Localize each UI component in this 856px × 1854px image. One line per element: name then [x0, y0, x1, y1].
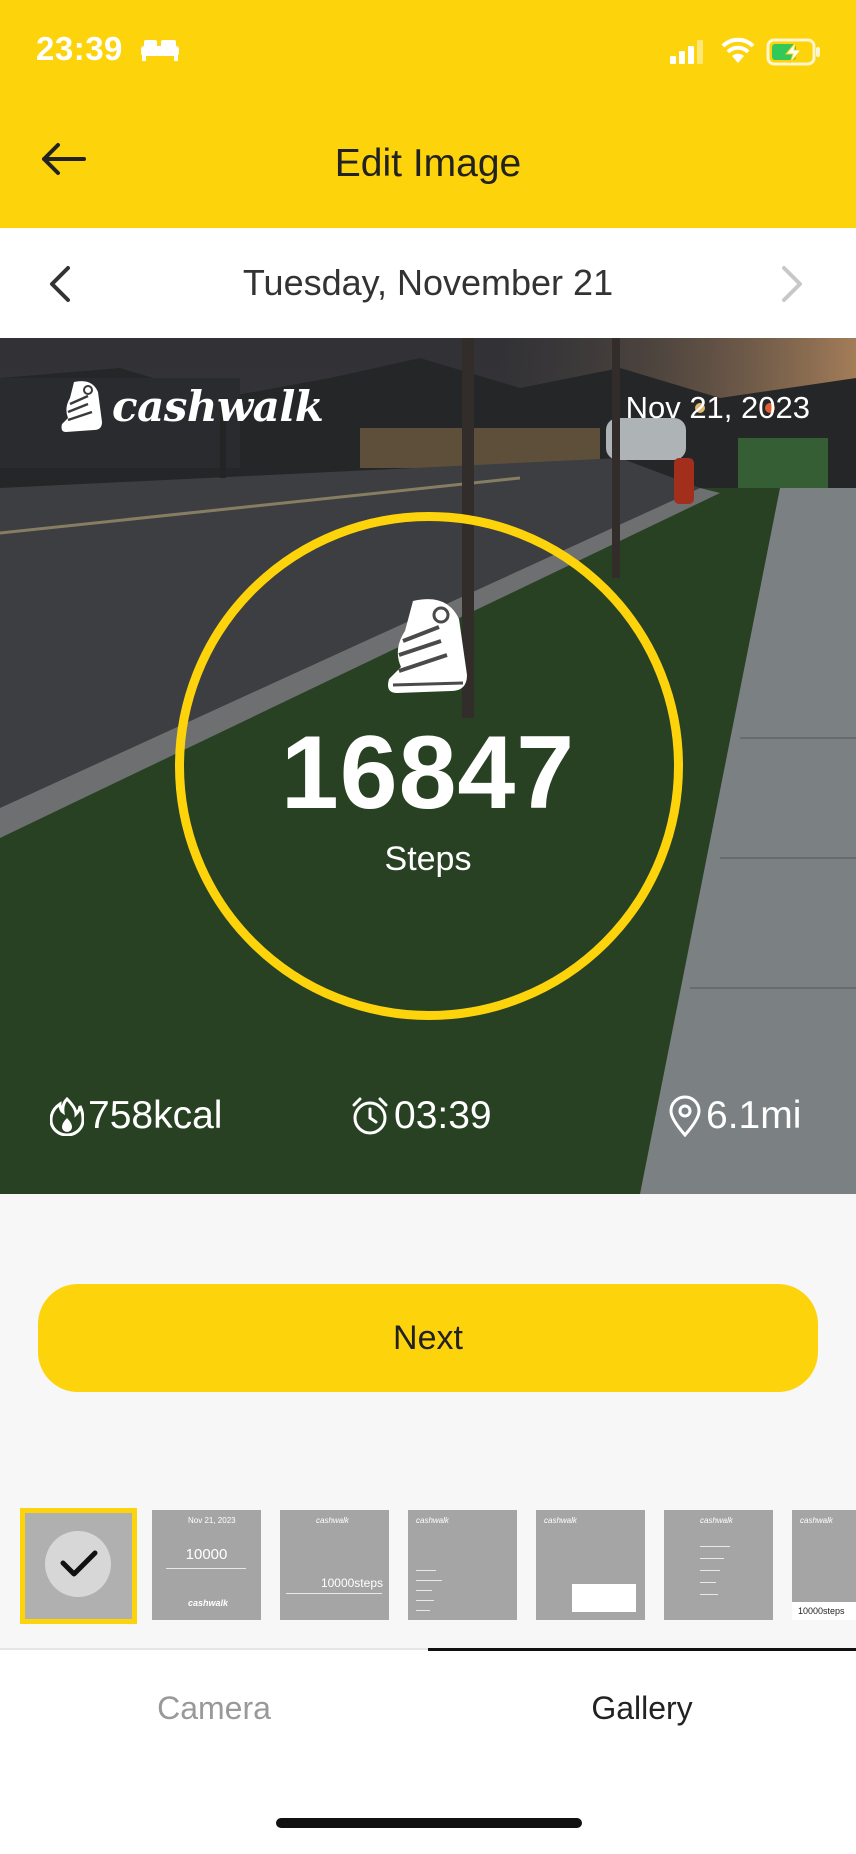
steps-count: 16847	[280, 715, 576, 831]
duration-value: 03:39	[394, 1094, 492, 1137]
template-7-value: 10000steps	[798, 1606, 845, 1616]
sleep-mode-icon	[141, 40, 179, 61]
photo-date: Nov 21, 2023	[625, 390, 810, 425]
distance-stat: 6.1mi	[668, 1094, 801, 1138]
sneaker-icon	[388, 599, 467, 693]
status-time: 23:39	[36, 30, 123, 67]
template-thumb-3[interactable]: cashwalk 10000steps	[280, 1510, 389, 1620]
steps-label: Steps	[384, 840, 472, 878]
app-header: 23:39 Edit Image	[0, 0, 856, 228]
edited-photo-preview: cashwalk Nov 21, 2023 16847 Steps 758kca…	[0, 338, 856, 1194]
template-thumb-4[interactable]: cashwalk	[408, 1510, 517, 1620]
page-title: Edit Image	[334, 142, 522, 185]
template-thumb-1[interactable]	[20, 1508, 137, 1624]
active-tab-indicator	[428, 1648, 856, 1651]
location-pin-icon	[669, 1095, 701, 1137]
checkmark-icon	[60, 1550, 98, 1577]
date-navigator: Tuesday, November 21	[0, 228, 856, 338]
template-3-value: 10000steps	[320, 1576, 383, 1590]
template-thumb-5[interactable]: cashwalk	[536, 1510, 645, 1620]
distance-value: 6.1mi	[706, 1094, 802, 1137]
brand-name: cashwalk	[112, 381, 324, 431]
alarm-clock-icon	[352, 1097, 388, 1135]
template-picker: Nov 21, 2023 10000 cashwalk cashwalk 100…	[0, 1508, 856, 1626]
brand-logo: cashwalk	[58, 378, 324, 434]
current-date-label: Tuesday, November 21	[242, 262, 614, 303]
shoe-logo-icon	[61, 381, 102, 432]
duration-stat: 03:39	[350, 1094, 492, 1138]
template-thumb-7[interactable]: cashwalk 10000steps	[792, 1510, 856, 1620]
battery-icon	[766, 38, 820, 66]
next-day-chevron-icon[interactable]	[778, 264, 806, 304]
wifi-icon	[721, 37, 755, 63]
cellular-signal-icon	[670, 40, 703, 64]
calories-value: 758kcal	[88, 1094, 223, 1137]
next-button[interactable]: Next	[38, 1284, 818, 1392]
calories-stat: 758kcal	[50, 1094, 222, 1138]
tab-camera[interactable]: Camera	[0, 1690, 428, 1727]
home-indicator	[276, 1818, 582, 1828]
flame-icon	[50, 1096, 84, 1136]
tab-gallery[interactable]: Gallery	[428, 1690, 856, 1727]
template-2-value: 10000	[185, 1546, 228, 1563]
template-thumb-6[interactable]: cashwalk	[664, 1510, 773, 1620]
template-thumb-2[interactable]: Nov 21, 2023 10000 cashwalk	[152, 1510, 261, 1620]
